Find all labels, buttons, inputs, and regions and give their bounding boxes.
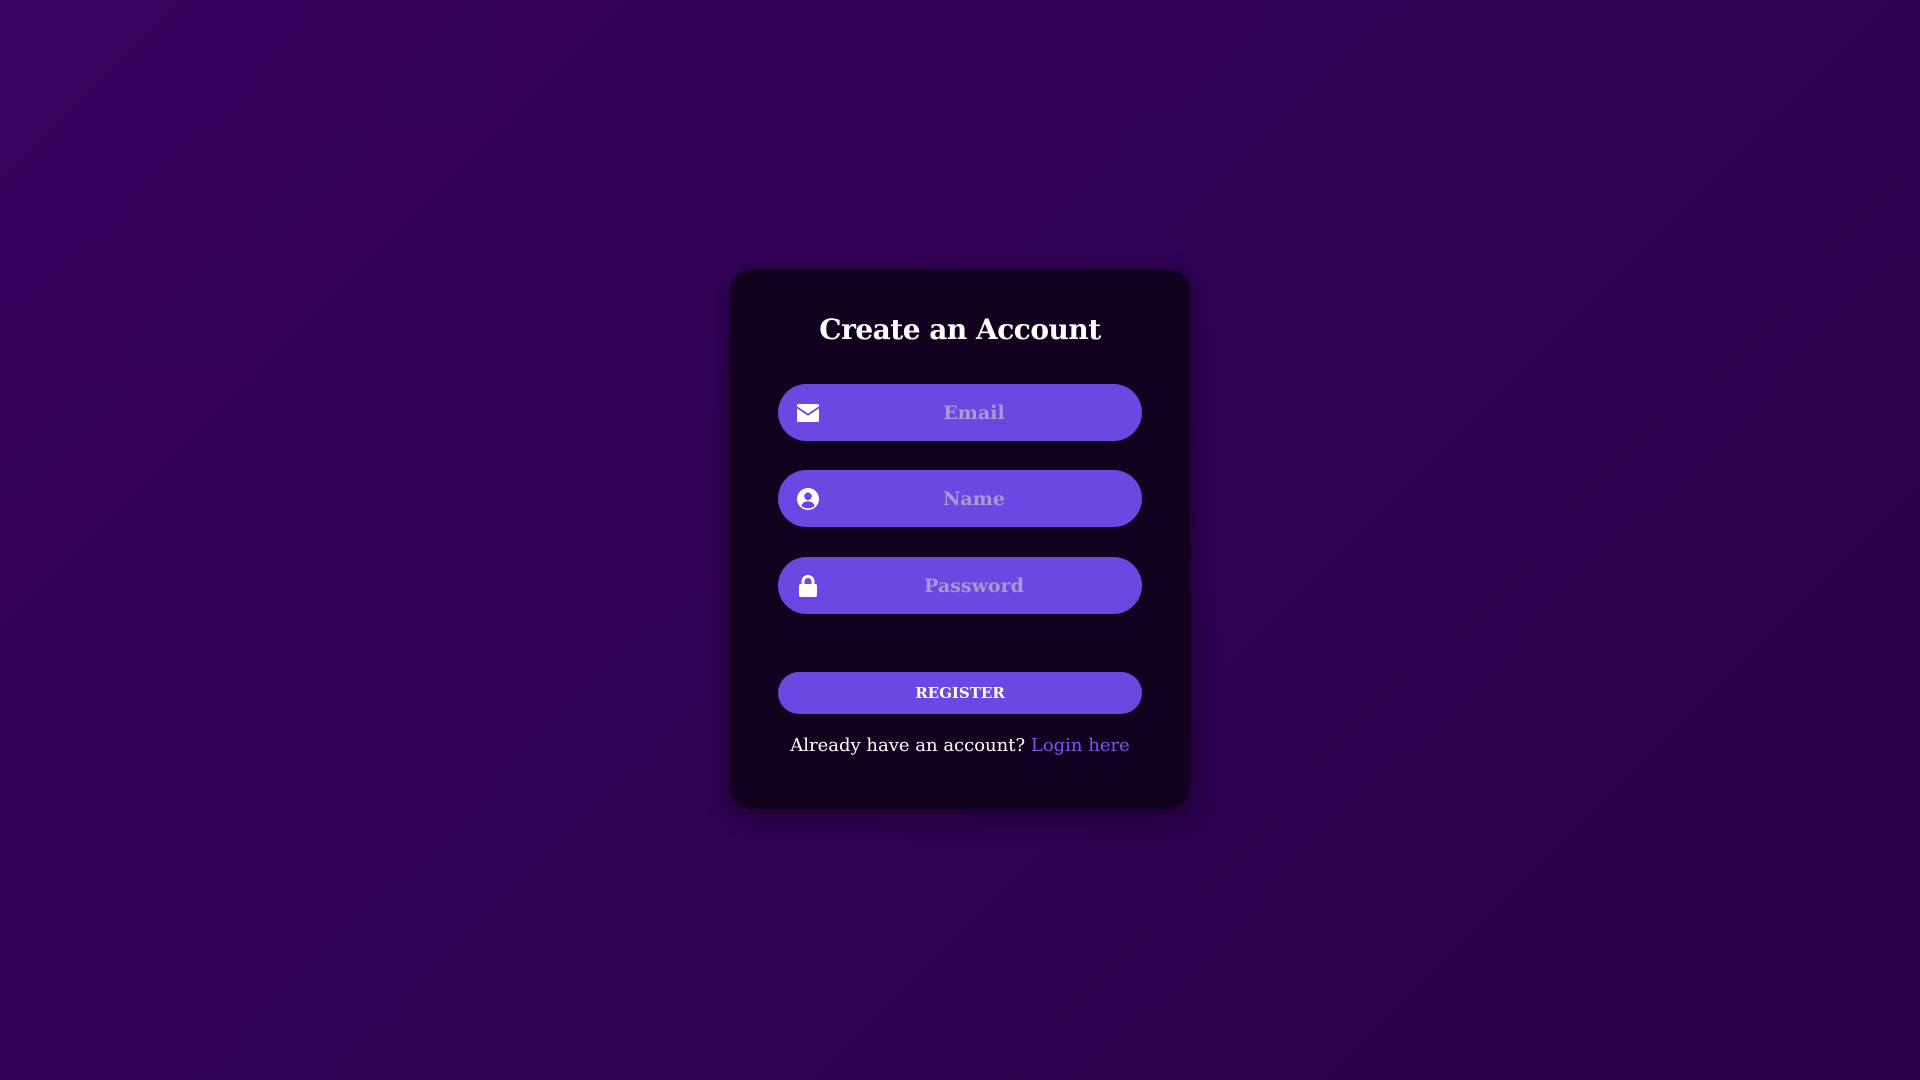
email-input[interactable] <box>778 384 1142 441</box>
password-field-container[interactable] <box>778 557 1142 614</box>
form-title: Create an Account <box>819 313 1101 346</box>
password-input[interactable] <box>778 557 1142 614</box>
login-prompt-text: Already have an account? <box>790 735 1026 756</box>
register-card: Create an Account REGISTER <box>730 269 1190 809</box>
email-field-container[interactable] <box>778 384 1142 441</box>
register-button[interactable]: REGISTER <box>778 672 1142 714</box>
login-prompt-row: Already have an account? Login here <box>730 735 1190 756</box>
name-field-container[interactable] <box>778 470 1142 527</box>
name-input[interactable] <box>778 470 1142 527</box>
login-link[interactable]: Login here <box>1031 735 1130 756</box>
